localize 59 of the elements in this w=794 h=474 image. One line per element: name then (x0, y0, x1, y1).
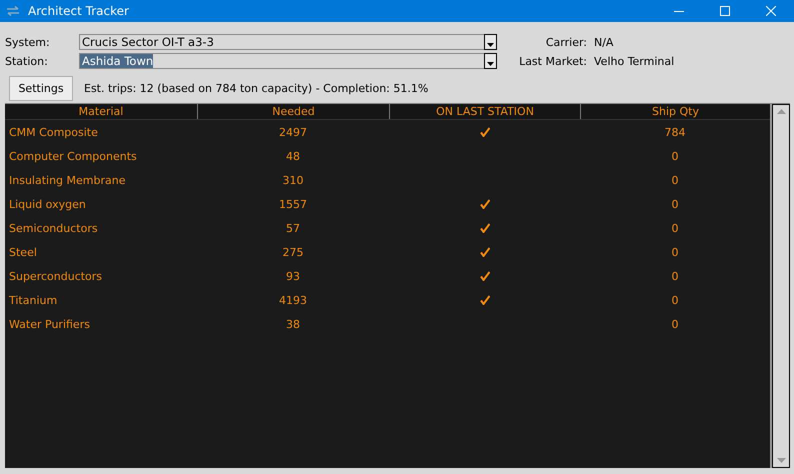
table-cell: 0 (672, 150, 678, 162)
table-cell: Water Purifiers (9, 318, 90, 330)
column-header[interactable]: ON LAST STATION (389, 104, 580, 119)
table-row[interactable]: CMM Composite 2497 784 (5, 120, 770, 144)
table-cell: 2497 (279, 126, 307, 138)
table-cell: 57 (286, 222, 300, 234)
last-market-label: Last Market: (518, 54, 587, 68)
table-cell: Superconductors (9, 270, 102, 282)
scroll-up-icon[interactable] (776, 109, 786, 114)
caret-icon (487, 62, 494, 66)
table-cell: Titanium (9, 294, 58, 306)
last-market-value: Velho Terminal (594, 54, 674, 68)
settings-button[interactable]: Settings (9, 76, 73, 101)
table-cell: 310 (282, 174, 304, 186)
table-cell: 1557 (279, 198, 307, 210)
table-row[interactable]: Titanium 4193 0 (5, 288, 770, 312)
table-cell: Steel (9, 246, 37, 258)
table-cell: Semiconductors (9, 222, 98, 234)
table-row[interactable]: Water Purifiers 38 0 (5, 312, 770, 336)
table-row[interactable]: Steel 275 0 (5, 240, 770, 264)
arrows-icon (6, 6, 20, 16)
table-cell: 0 (672, 294, 678, 306)
system-label: System: (5, 36, 51, 48)
table-cell: Insulating Membrane (9, 174, 126, 186)
maximize-icon (720, 6, 730, 16)
table-row[interactable]: Insulating Membrane 310 0 (5, 168, 770, 192)
table-cell: 0 (672, 174, 678, 186)
table-cell: CMM Composite (9, 126, 98, 138)
station-dropdown[interactable]: Ashida Town (79, 53, 497, 69)
table-cell: 93 (286, 270, 300, 282)
table-cell: 38 (286, 318, 300, 330)
table-row[interactable]: Semiconductors 57 0 (5, 216, 770, 240)
window-title: Architect Tracker (28, 4, 129, 18)
table-cell: Liquid oxygen (9, 198, 86, 210)
table-cell: 0 (672, 198, 678, 210)
column-header[interactable]: Needed (197, 104, 389, 119)
caret-icon (487, 43, 494, 47)
table-cell: 0 (672, 270, 678, 282)
table-cell: 48 (286, 150, 300, 162)
scrollbar[interactable] (772, 104, 790, 468)
carrier-value: N/A (594, 36, 614, 48)
table-cell: 0 (672, 246, 678, 258)
scroll-down-icon[interactable] (776, 458, 786, 463)
station-label: Station: (5, 54, 49, 68)
table-cell: 0 (672, 222, 678, 234)
carrier-label: Carrier: (544, 36, 587, 48)
close-icon (766, 6, 776, 16)
table-cell: Computer Components (9, 150, 137, 162)
table-cell: 784 (664, 126, 686, 138)
summary-text: Est. trips: 12 (based on 784 ton capacity) - Completion: 51.1% (84, 82, 428, 95)
table-row[interactable]: Computer Components 48 0 (5, 144, 770, 168)
column-header[interactable]: Ship Qty (580, 104, 770, 119)
table-row[interactable]: Liquid oxygen 1557 0 (5, 192, 770, 216)
table-cell: 0 (672, 318, 678, 330)
table-cell: 275 (282, 246, 304, 258)
system-dropdown[interactable]: Crucis Sector OI-T a3-3 (79, 34, 497, 50)
table-cell: 4193 (279, 294, 307, 306)
column-header[interactable]: Material (5, 104, 197, 119)
table-row[interactable]: Superconductors 93 0 (5, 264, 770, 288)
